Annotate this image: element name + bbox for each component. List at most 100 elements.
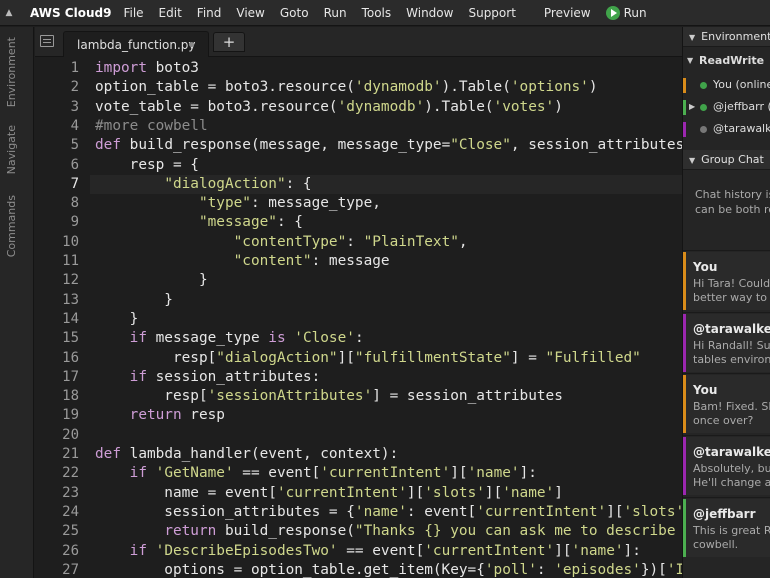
code-line[interactable]: }: [95, 291, 173, 310]
code-token: boto3: [146, 60, 199, 76]
code-line[interactable]: if message_type is 'Close':: [95, 329, 364, 348]
new-tab-button[interactable]: +: [213, 32, 245, 52]
line-number[interactable]: 9: [35, 213, 79, 232]
code-line[interactable]: def lambda_handler(event, context):: [95, 445, 398, 464]
line-number[interactable]: 20: [35, 426, 79, 445]
line-number[interactable]: 14: [35, 310, 79, 329]
line-number[interactable]: 19: [35, 406, 79, 425]
code-token: "message": [198, 214, 277, 231]
line-number[interactable]: 25: [35, 522, 79, 541]
readwrite-group[interactable]: ▼ ReadWrite: [683, 51, 770, 71]
member-row[interactable]: ▶ @jeffbarr (o: [683, 97, 770, 117]
line-number[interactable]: 17: [35, 368, 79, 387]
code-line[interactable]: "dialogAction": {: [95, 175, 311, 194]
code-line[interactable]: resp["dialogAction"]["fulfillmentState"]…: [95, 349, 641, 368]
member-row[interactable]: You (online): [683, 75, 770, 95]
line-number[interactable]: 15: [35, 329, 79, 348]
menu-find[interactable]: Find: [197, 6, 222, 20]
line-number[interactable]: 10: [35, 233, 79, 252]
author-color-bar: [683, 499, 686, 557]
preview-button[interactable]: Preview: [544, 6, 591, 20]
line-number[interactable]: 5: [35, 136, 79, 155]
code-editor[interactable]: 1 2 3 4 5 6 7 8 9 10 11 12 13 14 15 16 17 18 19 20 21 22 23 24 2…: [35, 58, 682, 578]
code-line[interactable]: resp = {: [95, 156, 199, 175]
member-color-bar: [683, 100, 686, 115]
code-line[interactable]: session_attributes = {'name': event['cur…: [95, 503, 682, 522]
code-token: ,: [458, 233, 468, 250]
member-row[interactable]: @tarawalker: [683, 119, 770, 139]
line-number[interactable]: 2: [35, 78, 79, 97]
menu-window[interactable]: Window: [406, 6, 453, 20]
code-line[interactable]: name = event['currentIntent']['slots']['…: [95, 484, 563, 503]
code-line[interactable]: if 'GetName' == event['currentIntent']['…: [95, 464, 537, 483]
member-color-bar: [683, 122, 686, 137]
code-line[interactable]: def build_response(message, message_type…: [95, 136, 682, 155]
app-brand-menu[interactable]: AWS Cloud9: [30, 6, 111, 20]
code-line[interactable]: vote_table = boto3.resource('dynamodb').…: [95, 98, 563, 117]
line-number[interactable]: 8: [35, 194, 79, 213]
chat-text: He'll change a: [693, 476, 770, 489]
code-line[interactable]: "message": {: [95, 213, 303, 232]
caret-right-icon[interactable]: ▶: [689, 97, 695, 117]
code-line[interactable]: return resp: [95, 406, 225, 425]
tab-navigate[interactable]: Navigate: [5, 125, 29, 174]
member-name: @jeffbarr (o: [713, 100, 770, 113]
code-line[interactable]: "contentType": "PlainText",: [95, 233, 468, 252]
line-number[interactable]: 21: [35, 445, 79, 464]
line-number[interactable]: 24: [35, 503, 79, 522]
code-token: "contentType": [233, 233, 347, 250]
line-number[interactable]: 18: [35, 387, 79, 406]
group-chat-header[interactable]: ▼ Group Chat: [683, 150, 770, 170]
line-number[interactable]: 4: [35, 117, 79, 136]
unsaved-dot-icon[interactable]: [189, 42, 194, 47]
menu-file[interactable]: File: [123, 6, 143, 20]
tab-list-icon[interactable]: [40, 35, 54, 47]
menu-run[interactable]: Run: [324, 6, 347, 20]
menu-support[interactable]: Support: [468, 6, 515, 20]
menu-bar: ▲ AWS Cloud9 File Edit Find View Goto Ru…: [0, 0, 770, 26]
line-number[interactable]: 22: [35, 464, 79, 483]
code-line[interactable]: }: [95, 271, 208, 290]
tab-commands[interactable]: Commands: [5, 195, 29, 257]
code-line[interactable]: if session_attributes:: [95, 368, 321, 387]
code-token: 'poll': [484, 561, 537, 578]
code-token: message_type: [146, 330, 269, 347]
code-line[interactable]: "type": message_type,: [95, 194, 381, 213]
menu-goto[interactable]: Goto: [280, 6, 309, 20]
code-line[interactable]: options = option_table.get_item(Key={'po…: [95, 561, 682, 578]
code-line[interactable]: import boto3: [95, 59, 199, 78]
code-line[interactable]: "content": message: [95, 252, 390, 271]
line-number[interactable]: 6: [35, 156, 79, 175]
menu-view[interactable]: View: [236, 6, 264, 20]
code-line[interactable]: if 'DescribeEpisodesTwo' == event['curre…: [95, 542, 641, 561]
code-line[interactable]: return build_response("Thanks {} you can…: [95, 522, 682, 541]
line-number[interactable]: 16: [35, 349, 79, 368]
code-area[interactable]: import boto3 option_table = boto3.resourc…: [95, 58, 682, 578]
run-button[interactable]: Run: [605, 5, 647, 20]
line-number[interactable]: 11: [35, 252, 79, 271]
code-token: 'currentIntent': [320, 465, 451, 482]
code-line[interactable]: }: [95, 310, 139, 329]
line-number[interactable]: 12: [35, 271, 79, 290]
file-tab[interactable]: lambda_function.py: [63, 31, 209, 57]
chat-text: Bam! Fixed. Sl: [693, 400, 770, 413]
line-number[interactable]: 27: [35, 561, 79, 578]
menu-tools[interactable]: Tools: [362, 6, 392, 20]
code-line[interactable]: option_table = boto3.resource('dynamodb'…: [95, 78, 598, 97]
code-token: "content": [233, 253, 312, 269]
collapse-menu-icon[interactable]: ▲: [0, 8, 18, 18]
tab-environment[interactable]: Environment: [5, 37, 29, 107]
line-number[interactable]: 23: [35, 484, 79, 503]
line-number[interactable]: 3: [35, 98, 79, 117]
line-number[interactable]: 7: [35, 175, 79, 194]
menu-edit[interactable]: Edit: [159, 6, 182, 20]
line-number[interactable]: 1: [35, 59, 79, 78]
environment-members-header[interactable]: ▼ Environment M: [683, 27, 770, 47]
line-number[interactable]: 13: [35, 291, 79, 310]
line-number[interactable]: 26: [35, 542, 79, 561]
code-line[interactable]: resp['sessionAttributes'] = session_attr…: [95, 387, 563, 406]
code-line[interactable]: #more cowbell: [95, 117, 208, 136]
